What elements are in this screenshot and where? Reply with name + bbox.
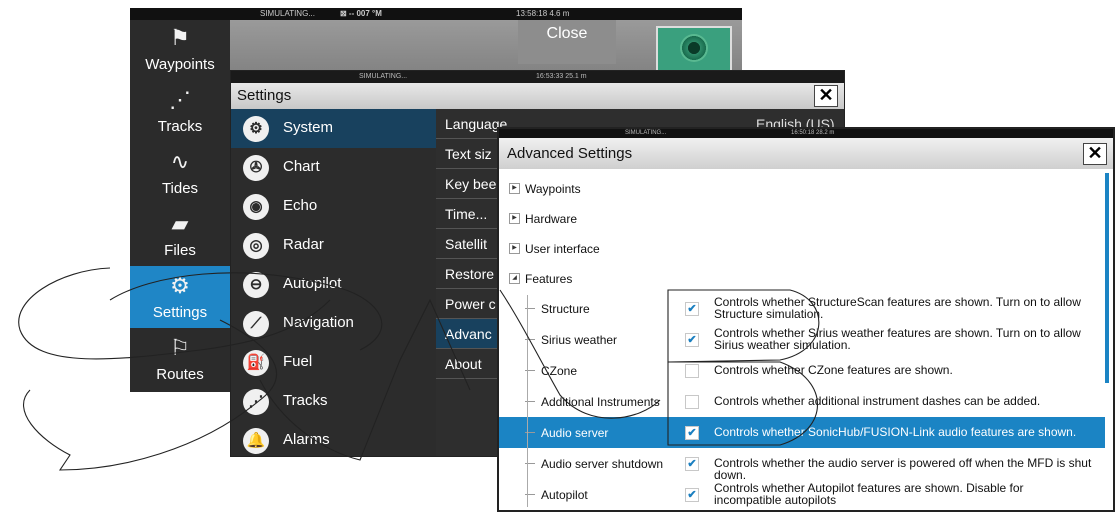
scribble-tail [23,319,278,471]
hand-drawn-overlay [18,267,820,471]
scribble-box-bottom [667,361,818,446]
scribble-box-top [667,289,820,363]
scribble-arc [109,272,383,351]
scribble-loop-left [18,267,331,360]
scribble-zigzag [259,298,471,461]
scribble-curve [499,289,661,419]
